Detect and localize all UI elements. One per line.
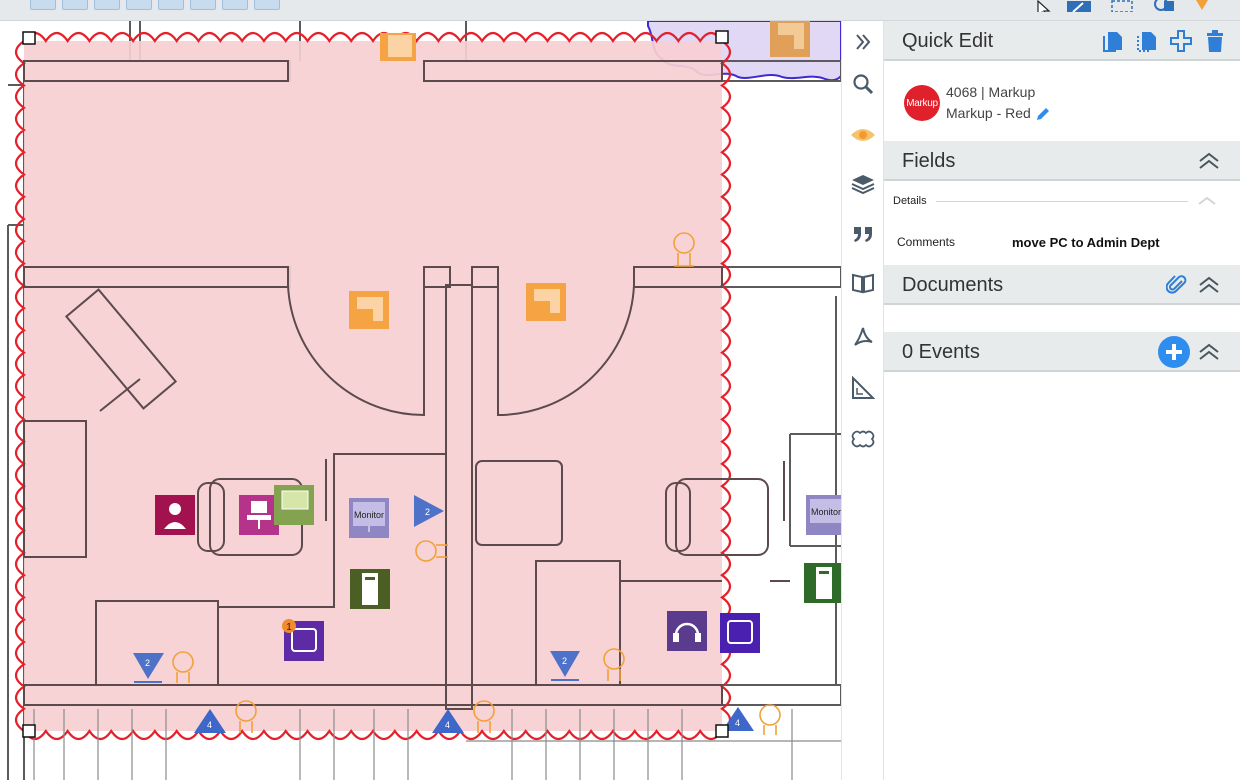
record-summary: Markup 4068 | Markup Markup - Red bbox=[884, 63, 1240, 139]
eye-icon[interactable] bbox=[850, 122, 876, 148]
person-icon[interactable] bbox=[155, 495, 195, 535]
fields-title: Fields bbox=[902, 150, 956, 172]
quick-edit-panel: Quick Edit Markup 4068 | Markup Markup -… bbox=[884, 21, 1240, 780]
toolbar-button[interactable] bbox=[254, 0, 280, 10]
paperclip-icon[interactable] bbox=[1166, 274, 1188, 296]
door-icon[interactable] bbox=[380, 33, 416, 61]
collapse-chevron-icon[interactable] bbox=[1198, 151, 1220, 171]
copy-icon[interactable] bbox=[1102, 30, 1124, 52]
paste-icon[interactable] bbox=[1136, 30, 1158, 52]
cursor-icon bbox=[1037, 0, 1051, 12]
office-chair-icon[interactable] bbox=[239, 495, 279, 535]
divider bbox=[936, 201, 1188, 202]
svg-text:2: 2 bbox=[562, 656, 567, 666]
drawing-canvas[interactable]: Monitor Monitor 1 2 2 2 4 4 4 bbox=[0, 21, 841, 780]
toolbar-button[interactable] bbox=[62, 0, 88, 10]
svg-text:4: 4 bbox=[207, 720, 212, 730]
svg-text:Monitor: Monitor bbox=[811, 507, 841, 517]
svg-text:4: 4 bbox=[445, 720, 450, 730]
zoom-window-icon[interactable] bbox=[1065, 0, 1095, 12]
headset-icon[interactable] bbox=[667, 611, 707, 651]
svg-text:2: 2 bbox=[145, 658, 150, 668]
fields-header[interactable]: Fields bbox=[884, 141, 1240, 181]
quote-icon[interactable] bbox=[850, 221, 876, 247]
resize-handle-top-right bbox=[715, 30, 729, 44]
details-group-label: Details bbox=[893, 195, 927, 207]
book-icon[interactable] bbox=[850, 270, 876, 296]
cloud-markup-icon[interactable] bbox=[850, 427, 876, 453]
toolbar-button[interactable] bbox=[126, 0, 152, 10]
monitor-icon[interactable]: Monitor bbox=[806, 495, 841, 535]
app-window: Monitor Monitor 1 2 2 2 4 4 4 Quick Edit… bbox=[0, 0, 1240, 780]
toolbar-button[interactable] bbox=[190, 0, 216, 10]
door-icon[interactable] bbox=[526, 283, 566, 321]
pc-tower-icon[interactable] bbox=[350, 569, 390, 609]
select-area-icon[interactable] bbox=[1110, 0, 1136, 12]
door-icon[interactable] bbox=[770, 21, 810, 57]
toolbar-button[interactable] bbox=[30, 0, 56, 10]
markup-fill[interactable] bbox=[24, 41, 722, 731]
record-id: 4068 | Markup bbox=[946, 84, 1036, 100]
pc-tower-icon[interactable] bbox=[804, 563, 841, 603]
svg-text:Monitor: Monitor bbox=[354, 510, 384, 520]
comments-value[interactable]: move PC to Admin Dept bbox=[1012, 235, 1160, 250]
toolbar-button[interactable] bbox=[158, 0, 184, 10]
measure-icon[interactable] bbox=[850, 375, 876, 401]
avatar: Markup bbox=[904, 85, 940, 121]
pdf-icon[interactable] bbox=[850, 323, 876, 349]
quick-edit-header: Quick Edit bbox=[884, 21, 1240, 61]
chevron-up-icon[interactable] bbox=[1196, 193, 1218, 207]
door-icon[interactable] bbox=[349, 291, 389, 329]
svg-text:2: 2 bbox=[425, 507, 430, 517]
delete-icon[interactable] bbox=[1204, 30, 1226, 52]
expand-icon[interactable] bbox=[850, 29, 876, 55]
resize-handle-bottom-left bbox=[22, 724, 36, 738]
monitor-icon[interactable]: Monitor bbox=[349, 498, 389, 538]
plus-icon bbox=[1166, 344, 1182, 360]
resize-handle-bottom-right bbox=[715, 724, 729, 738]
chair-symbol-icon[interactable] bbox=[759, 704, 781, 735]
collapse-chevron-icon[interactable] bbox=[1198, 342, 1220, 362]
documents-title: Documents bbox=[902, 274, 1004, 296]
record-name: Markup - Red bbox=[946, 105, 1031, 121]
toolbar-button[interactable] bbox=[222, 0, 248, 10]
add-event-button[interactable] bbox=[1158, 336, 1190, 368]
comments-label: Comments bbox=[897, 235, 956, 249]
layers-icon[interactable] bbox=[850, 171, 876, 197]
toolbar-button[interactable] bbox=[94, 0, 120, 10]
collapse-chevron-icon[interactable] bbox=[1198, 275, 1220, 295]
resize-handle-top-left bbox=[22, 31, 36, 45]
svg-text:4: 4 bbox=[735, 718, 740, 728]
add-icon[interactable] bbox=[1170, 30, 1192, 52]
search-map-icon[interactable] bbox=[1148, 0, 1178, 12]
phone-icon[interactable] bbox=[720, 613, 760, 653]
pin-icon[interactable] bbox=[1192, 0, 1212, 12]
documents-header[interactable]: Documents bbox=[884, 265, 1240, 305]
phone-icon[interactable]: 1 bbox=[282, 619, 324, 661]
floor-plan[interactable]: Monitor Monitor 1 2 2 2 4 4 4 bbox=[0, 21, 841, 780]
events-title: 0 Events bbox=[902, 341, 980, 363]
side-toolbar bbox=[841, 21, 884, 780]
top-toolbar bbox=[0, 0, 1240, 21]
search-icon[interactable] bbox=[850, 71, 876, 97]
svg-text:1: 1 bbox=[286, 622, 292, 633]
pencil-icon[interactable] bbox=[1036, 107, 1050, 121]
workstation-icon[interactable] bbox=[274, 485, 314, 525]
panel-title: Quick Edit bbox=[902, 30, 994, 52]
